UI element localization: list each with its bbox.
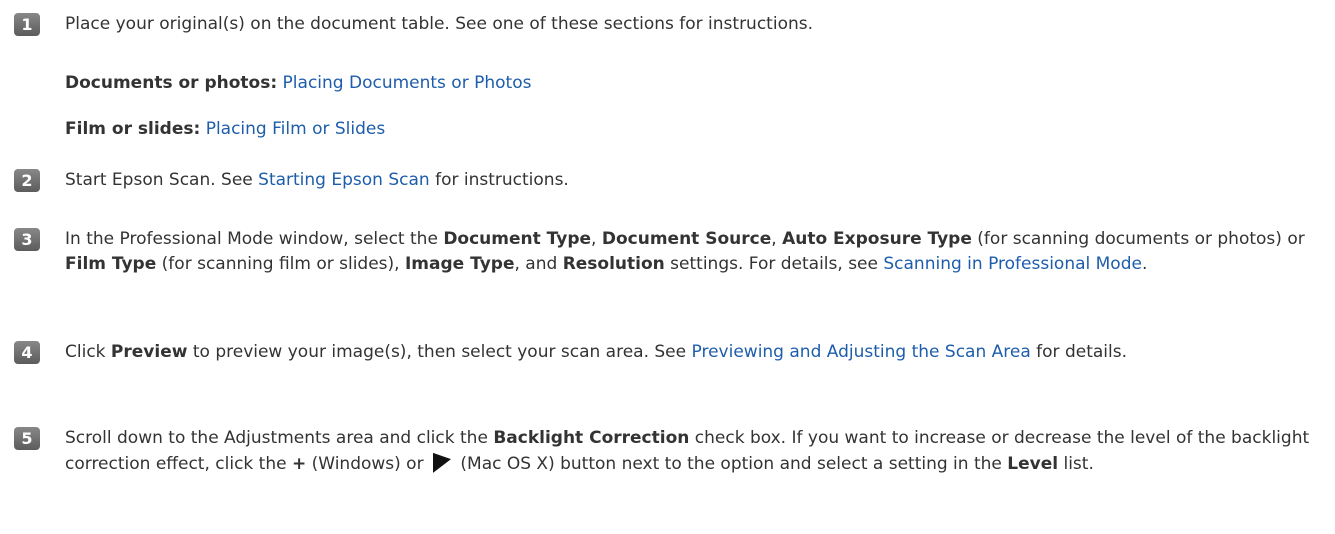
step-5-text: Scroll down to the Adjustments area and … — [65, 426, 1315, 477]
resolution-label: Resolution — [562, 254, 665, 274]
step-4-t3: for details. — [1030, 342, 1127, 362]
film-slides-label: Film or slides: — [65, 119, 201, 139]
placing-documents-link[interactable]: Placing Documents or Photos — [283, 73, 532, 93]
step-3-t3: , — [771, 229, 783, 249]
step-number-2: 2 — [14, 169, 40, 192]
preview-label: Preview — [110, 342, 188, 362]
step-3-t7: settings. For details, see — [664, 254, 884, 274]
step-3-t8: . — [1141, 254, 1148, 274]
film-slides-line: Film or slides: Placing Film or Slides — [65, 117, 385, 142]
step-4-t2: to preview your image(s), then select yo… — [187, 342, 692, 362]
step-3-t1: In the Professional Mode window, select … — [65, 229, 444, 249]
step-2-text: Start Epson Scan. See Starting Epson Sca… — [65, 168, 1315, 193]
step-3-t6: , and — [514, 254, 563, 274]
backlight-correction-label: Backlight Correction — [493, 428, 690, 448]
step-5-t4: (Mac OS X) button next to the option and… — [454, 454, 1008, 474]
documents-photos-label: Documents or photos: — [65, 73, 278, 93]
step-number-3: 3 — [14, 228, 40, 251]
step-2-text-a: Start Epson Scan. See — [65, 170, 259, 190]
right-triangle-icon — [432, 449, 451, 473]
step-2-text-b: for instructions. — [429, 170, 569, 190]
film-type-label: Film Type — [65, 254, 157, 274]
document-source-label: Document Source — [601, 229, 772, 249]
level-label: Level — [1007, 454, 1059, 474]
document-type-label: Document Type — [443, 229, 592, 249]
step-3-t4: (for scanning documents or photos) or — [971, 229, 1305, 249]
step-number-1: 1 — [14, 13, 40, 36]
step-3-text: In the Professional Mode window, select … — [65, 227, 1315, 277]
scanning-professional-mode-link[interactable]: Scanning in Professional Mode — [883, 254, 1142, 274]
step-3-t5: (for scanning film or slides), — [156, 254, 405, 274]
step-4-t1: Click — [65, 342, 111, 362]
step-5-t1: Scroll down to the Adjustments area and … — [65, 428, 494, 448]
auto-exposure-type-label: Auto Exposure Type — [782, 229, 972, 249]
plus-label: + — [291, 454, 307, 474]
step-1-text: Place your original(s) on the document t… — [65, 14, 813, 34]
step-3-t2: , — [591, 229, 602, 249]
step-number-4: 4 — [14, 341, 40, 364]
previewing-adjusting-link[interactable]: Previewing and Adjusting the Scan Area — [692, 342, 1031, 362]
step-4-text: Click Preview to preview your image(s), … — [65, 340, 1315, 365]
step-number-5: 5 — [14, 427, 40, 450]
starting-epson-scan-link[interactable]: Starting Epson Scan — [258, 170, 430, 190]
documents-photos-line: Documents or photos: Placing Documents o… — [65, 71, 531, 96]
placing-film-link[interactable]: Placing Film or Slides — [206, 119, 386, 139]
step-5-t5: list. — [1058, 454, 1094, 474]
image-type-label: Image Type — [404, 254, 515, 274]
step-5-t3: (Windows) or — [306, 454, 429, 474]
